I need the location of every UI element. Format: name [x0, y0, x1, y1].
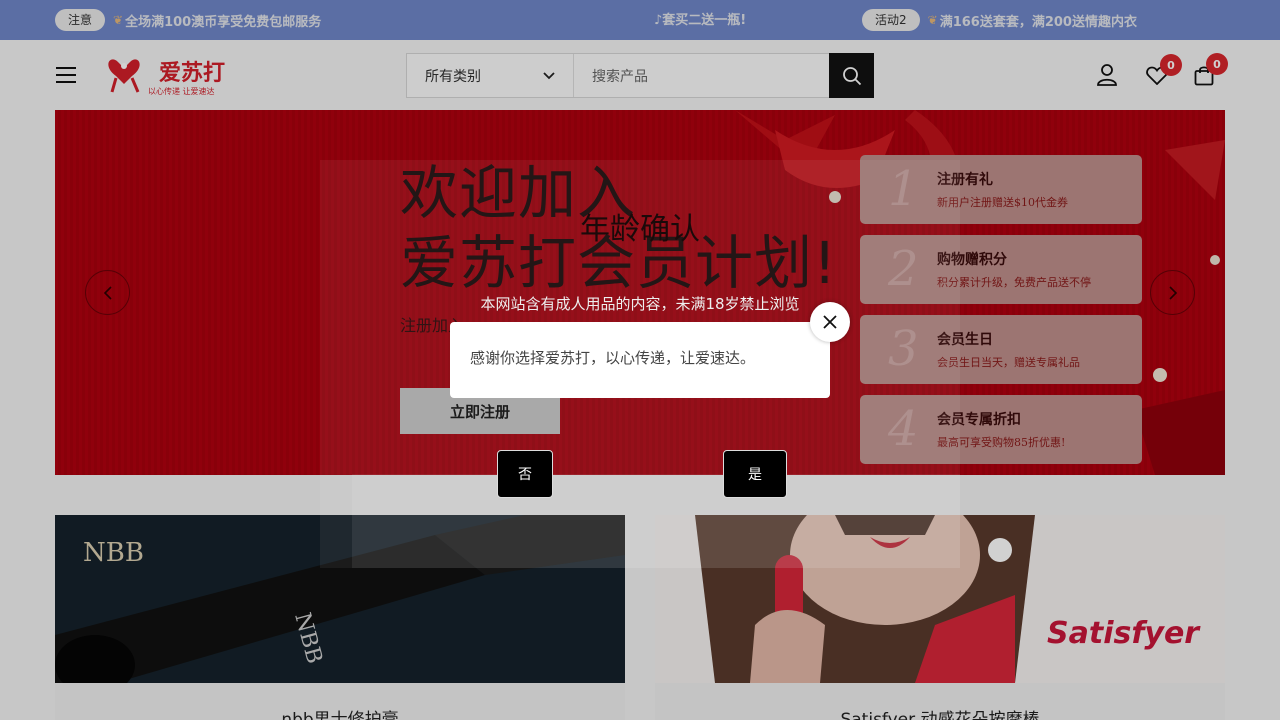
age-confirm-subtitle: 本网站含有成人用品的内容，未满18岁禁止浏览	[480, 295, 800, 313]
age-yes-button[interactable]: 是	[723, 450, 787, 498]
modal-panel-footer	[352, 474, 960, 568]
age-no-button[interactable]: 否	[497, 450, 553, 498]
modal-close-button[interactable]	[810, 302, 850, 342]
age-confirm-message-box: 感谢你选择爱苏打，以心传递，让爱速达。	[450, 322, 830, 398]
age-confirm-title: 年龄确认	[580, 212, 700, 247]
close-icon	[823, 315, 837, 329]
age-confirm-message: 感谢你选择爱苏打，以心传递，让爱速达。	[470, 349, 756, 367]
